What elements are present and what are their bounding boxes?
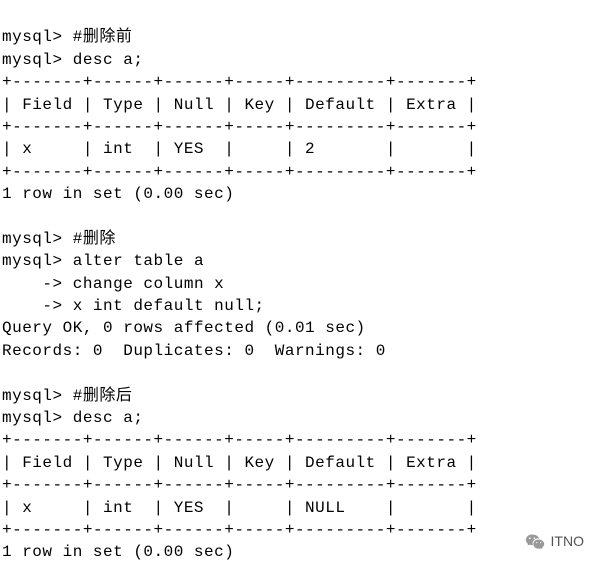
alter-command: x int default null; <box>73 297 265 315</box>
table-border: +-------+------+------+-----+---------+-… <box>2 118 477 136</box>
prompt: mysql> <box>2 252 63 270</box>
prompt: mysql> <box>2 230 63 248</box>
query-ok: Query OK, 0 rows affected (0.01 sec) <box>2 319 366 337</box>
alter-command: alter table a <box>73 252 204 270</box>
table-border: +-------+------+------+-----+---------+-… <box>2 163 477 181</box>
comment-after: #删除后 <box>73 387 133 405</box>
table-border: +-------+------+------+-----+---------+-… <box>2 431 477 449</box>
alter-command: change column x <box>73 275 225 293</box>
terminal-output: mysql> #删除前 mysql> desc a; +-------+----… <box>2 4 594 564</box>
table-row: | x | int | YES | | 2 | | <box>2 140 477 158</box>
records-info: Records: 0 Duplicates: 0 Warnings: 0 <box>2 342 386 360</box>
desc-command: desc a; <box>73 51 144 69</box>
row-count: 1 row in set (0.00 sec) <box>2 185 234 203</box>
table-border: +-------+------+------+-----+---------+-… <box>2 521 477 539</box>
continuation-prompt: -> <box>2 275 63 293</box>
prompt: mysql> <box>2 409 63 427</box>
prompt: mysql> <box>2 28 63 46</box>
table-border: +-------+------+------+-----+---------+-… <box>2 73 477 91</box>
table-header: | Field | Type | Null | Key | Default | … <box>2 454 477 472</box>
comment-delete: #删除 <box>73 230 116 248</box>
watermark: ITNO <box>525 532 584 552</box>
watermark-text: ITNO <box>551 532 584 552</box>
table-border: +-------+------+------+-----+---------+-… <box>2 476 477 494</box>
prompt: mysql> <box>2 387 63 405</box>
table-row: | x | int | YES | | NULL | | <box>2 499 477 517</box>
comment-before: #删除前 <box>73 28 133 46</box>
prompt: mysql> <box>2 51 63 69</box>
continuation-prompt: -> <box>2 297 63 315</box>
row-count: 1 row in set (0.00 sec) <box>2 543 234 561</box>
desc-command: desc a; <box>73 409 144 427</box>
wechat-icon <box>525 532 545 552</box>
table-header: | Field | Type | Null | Key | Default | … <box>2 96 477 114</box>
